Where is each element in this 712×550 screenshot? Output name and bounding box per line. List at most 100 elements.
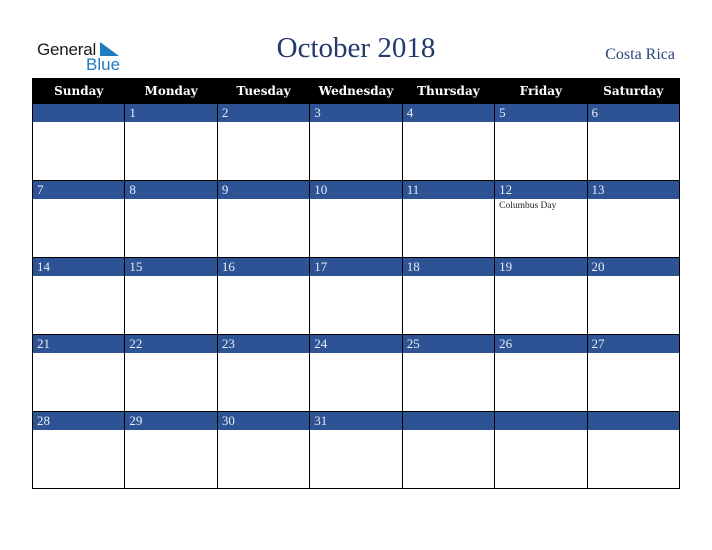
day-cell[interactable]: 1: [124, 103, 218, 181]
day-number: 18: [402, 258, 495, 276]
day-cell-content: 23: [217, 335, 310, 411]
day-number: 1: [125, 104, 217, 122]
day-number: 31: [310, 412, 402, 430]
day-cell-content: 4: [402, 104, 495, 180]
day-cell[interactable]: 3: [309, 103, 403, 181]
day-cell[interactable]: 26: [494, 334, 588, 412]
day-cell[interactable]: 31: [309, 411, 403, 489]
day-cell-content: 19: [495, 258, 587, 334]
day-cell-content: 13: [587, 181, 679, 257]
day-number: [33, 104, 125, 122]
day-cell[interactable]: 27: [586, 334, 681, 412]
day-cell-content: 7: [33, 181, 125, 257]
day-number: 7: [33, 181, 125, 199]
day-number: 27: [587, 335, 679, 353]
day-cell-content: 18: [402, 258, 495, 334]
weekday-header: Saturday: [586, 78, 681, 104]
weekday-header: Tuesday: [216, 78, 311, 104]
day-cell-content: 8: [125, 181, 217, 257]
day-number: 23: [217, 335, 310, 353]
day-cell[interactable]: 13: [586, 180, 681, 258]
day-cell[interactable]: 11: [401, 180, 496, 258]
day-cell[interactable]: 2: [216, 103, 311, 181]
day-cell-content: 21: [33, 335, 125, 411]
day-number: [495, 412, 587, 430]
day-cell[interactable]: 28: [31, 411, 126, 489]
day-cell-content: 29: [125, 412, 217, 488]
day-number: 29: [125, 412, 217, 430]
day-cell[interactable]: 4: [401, 103, 496, 181]
day-cell-content: 28: [33, 412, 125, 488]
day-cell-content: 9: [217, 181, 310, 257]
day-cell-content: 3: [310, 104, 402, 180]
day-number: 20: [587, 258, 679, 276]
week-row: 14 15 16 17 18 19 20: [31, 257, 681, 335]
day-number: 30: [217, 412, 310, 430]
day-cell[interactable]: 8: [124, 180, 218, 258]
day-number: 14: [33, 258, 125, 276]
day-cell-content: [587, 412, 679, 488]
day-number: 9: [217, 181, 310, 199]
day-cell-content: 17: [310, 258, 402, 334]
day-cell[interactable]: 10: [309, 180, 403, 258]
day-number: 17: [310, 258, 402, 276]
day-cell[interactable]: [494, 411, 588, 489]
day-cell-content: [33, 104, 125, 180]
day-cell-content: 1: [125, 104, 217, 180]
day-cell[interactable]: 12 Columbus Day: [494, 180, 588, 258]
day-cell-content: 5: [495, 104, 587, 180]
day-cell[interactable]: 19: [494, 257, 588, 335]
day-cell[interactable]: 9: [216, 180, 311, 258]
day-cell[interactable]: [401, 411, 496, 489]
day-cell[interactable]: 21: [31, 334, 126, 412]
day-cell[interactable]: [31, 103, 126, 181]
day-cell-content: 31: [310, 412, 402, 488]
day-number: 16: [217, 258, 310, 276]
day-cell[interactable]: 22: [124, 334, 218, 412]
day-number: 2: [217, 104, 310, 122]
holiday-label: Columbus Day: [499, 201, 557, 211]
week-row: 7 8 9 10 11 12 Columbus Day 13: [31, 180, 681, 258]
day-cell-content: 11: [402, 181, 495, 257]
day-cell-content: 16: [217, 258, 310, 334]
weekday-header: Thursday: [401, 78, 496, 104]
day-cell[interactable]: 17: [309, 257, 403, 335]
day-cell-content: 22: [125, 335, 217, 411]
day-cell-content: 20: [587, 258, 679, 334]
day-cell[interactable]: 5: [494, 103, 588, 181]
day-cell[interactable]: 30: [216, 411, 311, 489]
day-number: 25: [402, 335, 495, 353]
day-cell[interactable]: 29: [124, 411, 218, 489]
day-cell[interactable]: 15: [124, 257, 218, 335]
day-cell[interactable]: 6: [586, 103, 681, 181]
day-number: 12: [495, 181, 587, 199]
day-number: 15: [125, 258, 217, 276]
day-cell[interactable]: 7: [31, 180, 126, 258]
day-number: 10: [310, 181, 402, 199]
weekday-header: Monday: [124, 78, 218, 104]
day-number: 11: [402, 181, 495, 199]
day-cell[interactable]: 14: [31, 257, 126, 335]
day-number: 22: [125, 335, 217, 353]
weekday-header-row: Sunday Monday Tuesday Wednesday Thursday…: [31, 78, 681, 104]
day-cell-content: 6: [587, 104, 679, 180]
day-cell-content: 12 Columbus Day: [495, 181, 587, 257]
day-number: [587, 412, 679, 430]
week-row: 21 22 23 24 25 26 27: [31, 334, 681, 412]
day-cell[interactable]: 23: [216, 334, 311, 412]
day-cell-content: 26: [495, 335, 587, 411]
day-cell-content: 14: [33, 258, 125, 334]
day-cell[interactable]: 24: [309, 334, 403, 412]
day-cell[interactable]: 25: [401, 334, 496, 412]
day-number: [402, 412, 495, 430]
day-number: 5: [495, 104, 587, 122]
day-number: 21: [33, 335, 125, 353]
day-cell-content: 27: [587, 335, 679, 411]
day-cell[interactable]: 16: [216, 257, 311, 335]
day-number: 24: [310, 335, 402, 353]
day-cell[interactable]: [586, 411, 681, 489]
day-cell[interactable]: 20: [586, 257, 681, 335]
day-cell-content: 10: [310, 181, 402, 257]
weekday-header: Sunday: [31, 78, 126, 104]
day-cell[interactable]: 18: [401, 257, 496, 335]
